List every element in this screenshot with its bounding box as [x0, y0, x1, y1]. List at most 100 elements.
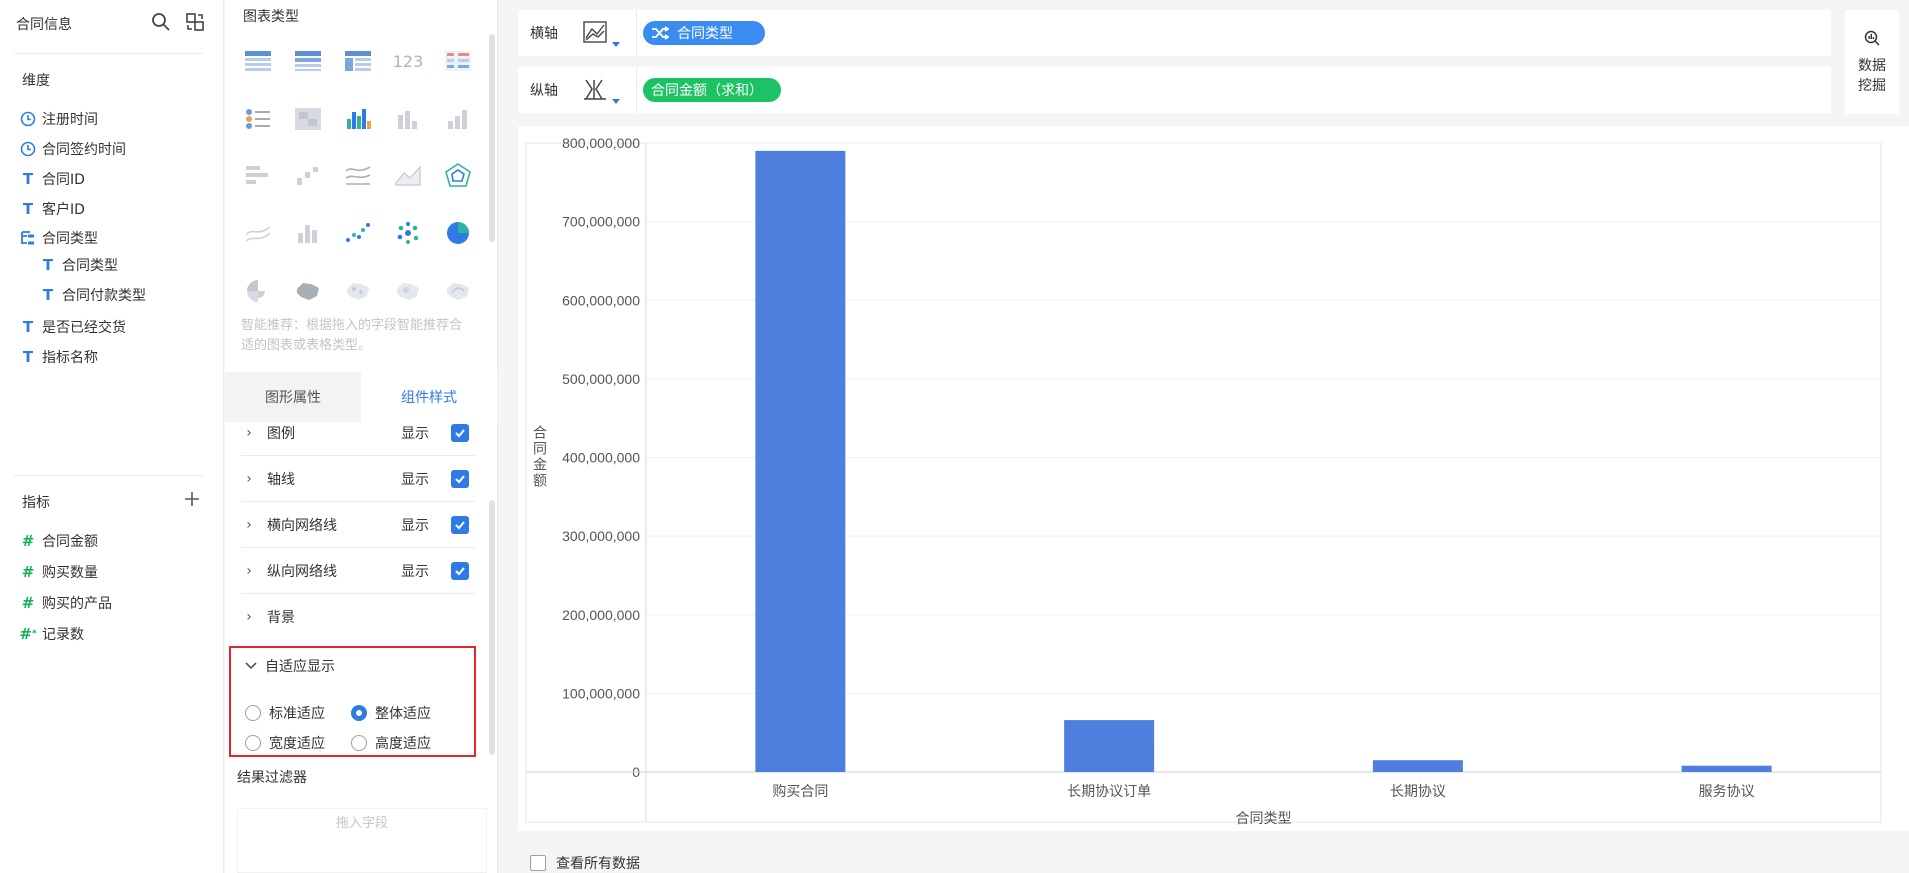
- show-checkbox[interactable]: [451, 515, 469, 534]
- property-axis-line[interactable]: › 轴线 显示: [241, 456, 475, 502]
- dimension-field[interactable]: T 客户ID: [20, 199, 85, 219]
- radio-circle: [245, 735, 261, 751]
- show-checkbox[interactable]: [451, 423, 469, 442]
- x-tick-label: 购买合同: [772, 783, 828, 799]
- dimension-field[interactable]: T 合同ID: [20, 169, 85, 189]
- data-mining-icon: [1864, 30, 1880, 52]
- chart-type-waterfall-icon[interactable]: [293, 160, 323, 190]
- radio-height-fit[interactable]: 高度适应: [351, 733, 431, 753]
- text-type-icon: T: [42, 256, 54, 274]
- chart-type-text-table-icon[interactable]: [443, 46, 473, 76]
- value-axis-type-icon[interactable]: [582, 77, 628, 105]
- property-label: 背景: [267, 610, 295, 626]
- chevron-right-icon: ›: [246, 470, 252, 487]
- chart-type-title: 图表类型: [243, 9, 299, 25]
- x-tick-label: 长期协议订单: [1067, 783, 1151, 799]
- property-horizontal-grid[interactable]: › 横向网络线 显示: [241, 502, 475, 548]
- radio-width-fit[interactable]: 宽度适应: [245, 733, 325, 753]
- show-checkbox[interactable]: [451, 469, 469, 488]
- line-chart-type-icon[interactable]: [582, 20, 628, 48]
- text-type-icon: T: [22, 348, 34, 366]
- dimension-field[interactable]: 合同签约时间: [20, 139, 126, 159]
- chart-type-stacked-bar-icon[interactable]: [443, 104, 473, 134]
- search-icon[interactable]: [151, 12, 171, 36]
- chevron-right-icon: ›: [246, 516, 252, 533]
- chevron-down-icon: [245, 658, 257, 674]
- scrollbar[interactable]: [489, 500, 495, 755]
- text-type-icon: T: [22, 170, 34, 188]
- adaptive-display-title: 自适应显示: [265, 659, 335, 675]
- show-label: 显示: [401, 425, 429, 442]
- add-measure-icon[interactable]: [183, 490, 201, 512]
- property-label: 轴线: [267, 471, 295, 488]
- radio-overall-fit[interactable]: 整体适应: [351, 703, 431, 723]
- field-label: 客户ID: [42, 202, 85, 218]
- divider: [636, 67, 637, 113]
- measure-field[interactable]: # * 记录数: [19, 624, 84, 644]
- chart-type-radar-icon[interactable]: [443, 160, 473, 190]
- dimension-group[interactable]: 合同类型: [20, 228, 98, 248]
- chart-type-group-table-icon[interactable]: [293, 46, 323, 76]
- data-mining-label-1: 数据: [1858, 58, 1886, 74]
- y-tick-label: 700,000,000: [562, 214, 640, 230]
- view-all-checkbox[interactable]: [530, 855, 546, 871]
- chart-type-point-map-icon[interactable]: [343, 276, 373, 306]
- chart-type-bar-icon[interactable]: [393, 104, 423, 134]
- x-axis-field-pill[interactable]: 合同类型: [643, 21, 765, 45]
- chart-type-line-icon[interactable]: [343, 160, 373, 190]
- number-type-icon: #: [21, 532, 35, 550]
- dimensions-title: 维度: [22, 73, 50, 89]
- bar: [1681, 765, 1772, 772]
- measure-field[interactable]: # 购买数量: [20, 562, 98, 582]
- field-panel-tools: [151, 12, 205, 36]
- dimension-field[interactable]: T 指标名称: [20, 347, 98, 367]
- number-type-icon: #: [21, 563, 35, 581]
- property-legend[interactable]: › 图例 显示: [241, 410, 475, 456]
- chart-type-range-bar-icon[interactable]: [293, 218, 323, 248]
- chart-type-region-map-icon[interactable]: [293, 276, 323, 306]
- adaptive-display-header[interactable]: 自适应显示: [245, 656, 335, 676]
- switch-dataset-icon[interactable]: [185, 12, 205, 36]
- chart-type-kpi-icon[interactable]: 123: [393, 46, 424, 76]
- chart-type-heatmap-icon[interactable]: [293, 104, 323, 134]
- chart-type-cross-table-icon[interactable]: [343, 46, 373, 76]
- dimension-field[interactable]: T 是否已经交货: [20, 317, 126, 337]
- property-vertical-grid[interactable]: › 纵向网络线 显示: [241, 548, 475, 594]
- dimension-field[interactable]: T 合同类型: [40, 255, 118, 275]
- radio-label: 标准适应: [269, 706, 325, 722]
- dimension-field[interactable]: T 合同付款类型: [40, 285, 146, 305]
- chart-type-horizontal-bar-icon[interactable]: [243, 160, 273, 190]
- chart-type-bubble-icon[interactable]: [393, 218, 423, 248]
- chart-type-grouped-bar-icon[interactable]: [343, 104, 373, 134]
- chart-type-multi-line-icon[interactable]: [243, 218, 273, 248]
- result-filter-title: 结果过滤器: [237, 770, 307, 786]
- chart-type-heat-map-icon[interactable]: [393, 276, 423, 306]
- property-background[interactable]: › 背景: [241, 594, 475, 640]
- data-mining-button[interactable]: 数据 挖掘: [1845, 10, 1899, 114]
- chart-type-table-icon[interactable]: [243, 46, 273, 76]
- property-label: 图例: [267, 425, 295, 442]
- chart-type-pie-icon[interactable]: [443, 218, 473, 248]
- result-filter-dropzone[interactable]: 拖入字段: [237, 808, 487, 873]
- radio-standard-fit[interactable]: 标准适应: [245, 703, 325, 723]
- chart-type-list-icon[interactable]: [243, 104, 273, 134]
- radio-label: 整体适应: [375, 706, 431, 722]
- chart-type-area-icon[interactable]: [393, 160, 423, 190]
- chart-canvas: 0 100,000,000 200,000,000 300,000,000 400,00…: [518, 126, 1909, 831]
- chevron-right-icon: ›: [246, 609, 252, 625]
- chart-type-flow-map-icon[interactable]: [443, 276, 473, 306]
- y-axis-field-pill[interactable]: 合同金额（求和）: [643, 78, 781, 102]
- show-checkbox[interactable]: [451, 561, 469, 580]
- y-tick-label: 500,000,000: [562, 371, 640, 387]
- measure-field[interactable]: # 合同金额: [20, 531, 98, 551]
- measure-field[interactable]: # 购买的产品: [20, 593, 112, 613]
- field-label: 合同类型: [62, 258, 118, 274]
- view-all-data[interactable]: 查看所有数据: [530, 853, 640, 873]
- field-label: 记录数: [42, 627, 84, 643]
- x-axis-field-label: 合同类型: [677, 26, 733, 42]
- dimension-field[interactable]: 注册时间: [20, 109, 98, 129]
- chart-type-scatter-icon[interactable]: [343, 218, 373, 248]
- scrollbar[interactable]: [489, 34, 495, 242]
- bi-editor: 合同信息 维度 注册时间 合同签约时间 T 合同ID T 客户ID 合同类型 T…: [0, 0, 1909, 873]
- chart-type-rose-icon[interactable]: [243, 276, 273, 306]
